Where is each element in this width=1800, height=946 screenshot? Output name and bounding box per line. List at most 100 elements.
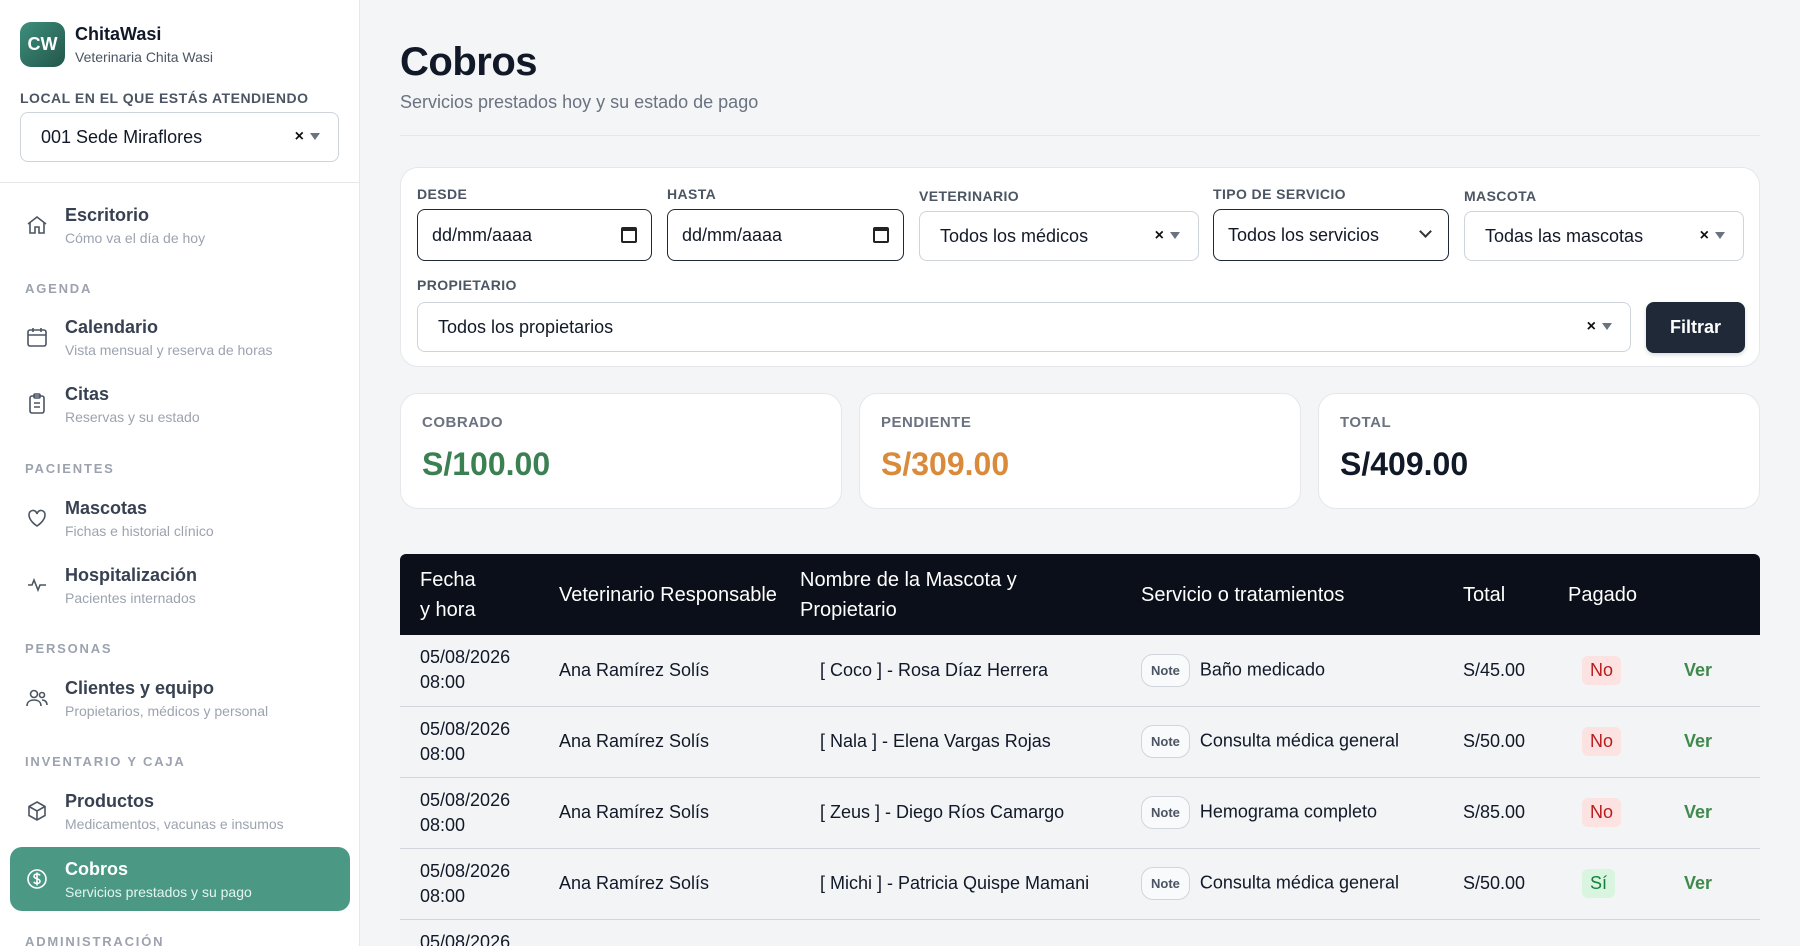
tipo-servicio-value: Todos los servicios — [1228, 224, 1380, 245]
sidebar-item-hospitalizacion[interactable]: Hospitalización Pacientes internados — [10, 553, 350, 617]
col-fecha[interactable]: Fecha y hora — [400, 554, 539, 635]
servicio: Consulta médica general — [1199, 730, 1400, 751]
page-title: Cobros — [400, 40, 538, 84]
sidebar-item-title: Mascotas — [65, 497, 148, 518]
vet-cell — [539, 919, 780, 946]
caret-down-icon — [1715, 232, 1725, 239]
ver-cell: Ver — [1654, 848, 1760, 919]
total-label: TOTAL — [1340, 414, 1392, 431]
col-nombre[interactable]: Nombre de la Mascota y Propietario — [780, 554, 1121, 635]
servicio-cell — [1121, 919, 1443, 946]
hasta-date-input[interactable]: dd/mm/aaaa — [667, 209, 904, 261]
clear-icon[interactable]: × — [1155, 227, 1164, 245]
tipo-servicio-label: TIPO DE SERVICIO — [1213, 186, 1346, 202]
sidebar-item-subtitle: Vista mensual y reserva de horas — [65, 341, 273, 358]
note-badge[interactable]: Note — [1141, 796, 1190, 829]
local-label: LOCAL EN EL QUE ESTÁS ATENDIENDO — [20, 90, 309, 106]
ver-cell: Ver — [1654, 777, 1760, 848]
servicio: Consulta médica general — [1199, 872, 1400, 893]
clear-icon[interactable]: × — [1700, 227, 1709, 245]
fecha-cell: 05/08/2026 08:00 — [400, 777, 539, 848]
page-subtitle: Servicios prestados hoy y su estado de p… — [400, 92, 759, 112]
col-pagado[interactable]: Pagado — [1548, 554, 1654, 635]
servicio-cell: Note Baño medicado — [1121, 635, 1443, 706]
chevron-down-icon — [1419, 225, 1432, 238]
section-label-inventario: INVENTARIO Y CAJA — [25, 754, 186, 769]
sidebar-item-subtitle: Medicamentos, vacunas e insumos — [65, 815, 284, 832]
clear-icon[interactable]: × — [1587, 318, 1596, 336]
ver-link[interactable]: Ver — [1684, 731, 1712, 751]
col-acciones — [1654, 554, 1760, 635]
sidebar-item-mascotas[interactable]: Mascotas Fichas e historial clínico — [10, 486, 350, 550]
nombre-cell: [ Coco ] - Rosa Díaz Herrera — [820, 659, 1049, 680]
caret-down-icon — [1602, 323, 1612, 330]
note-badge[interactable]: Note — [1141, 653, 1190, 687]
total-cell: S/50.00 — [1463, 731, 1526, 751]
sidebar-divider — [0, 182, 359, 183]
fecha-cell: 05/08/2026 08:00 — [400, 635, 539, 706]
ver-link[interactable]: Ver — [1684, 802, 1712, 822]
calendar-icon[interactable] — [873, 227, 889, 243]
pagado-badge: Sí — [1582, 869, 1616, 898]
note-badge[interactable]: Note — [1141, 867, 1190, 900]
table-row: 05/08/2026 08:00 Ana Ramírez Solís [ Nala… — [400, 706, 1760, 777]
sidebar-item-cobros[interactable]: Cobros Servicios prestados y su pago — [10, 847, 350, 911]
cobrado-label: COBRADO — [422, 414, 503, 431]
filtrar-button[interactable]: Filtrar — [1646, 302, 1745, 353]
nombre-cell: [ Zeus ] - Diego Ríos Camargo — [820, 802, 1065, 822]
ver-link[interactable]: Ver — [1684, 660, 1712, 680]
sidebar-item-calendario[interactable]: Calendario Vista mensual y reserva de hor… — [10, 305, 350, 369]
pagado-cell — [1548, 919, 1654, 946]
cobros-table-wrapper: Fecha y hora Veterinario Responsable Nom… — [400, 554, 1760, 946]
hora: 08:00 — [420, 672, 466, 693]
hasta-value: dd/mm/aaaa — [682, 224, 783, 245]
tipo-servicio-select[interactable]: Todos los servicios — [1213, 209, 1449, 261]
sidebar-item-clientes[interactable]: Clientes y equipo Propietarios, médicos y… — [10, 666, 350, 730]
sidebar-item-subtitle: Pacientes internados — [65, 589, 196, 606]
pendiente-value: S/309.00 — [881, 446, 1010, 482]
sidebar-item-escritorio[interactable]: Escritorio Cómo va el día de hoy — [10, 193, 350, 257]
fecha: 05/08/2026 — [420, 860, 511, 881]
brand-logo: CW — [20, 21, 65, 67]
brand-name: ChitaWasi — [75, 23, 162, 44]
vet-cell: Ana Ramírez Solís — [559, 873, 710, 893]
sidebar-item-subtitle: Cómo va el día de hoy — [65, 229, 206, 246]
local-select[interactable]: 001 Sede Miraflores × — [20, 112, 339, 162]
note-badge[interactable]: Note — [1141, 725, 1190, 758]
sidebar-item-citas[interactable]: Citas Reservas y su estado — [10, 372, 350, 436]
brand: CW ChitaWasi Veterinaria Chita Wasi — [0, 0, 359, 68]
cobrado-card: COBRADO S/100.00 — [400, 393, 842, 509]
col-total[interactable]: Total — [1443, 554, 1548, 635]
home-icon — [25, 213, 49, 237]
mascota-select[interactable]: Todas las mascotas × — [1464, 211, 1744, 261]
brand-subtitle: Veterinaria Chita Wasi — [75, 48, 213, 65]
sidebar-item-productos[interactable]: Productos Medicamentos, vacunas e insumos — [10, 779, 350, 843]
sidebar-item-subtitle: Reservas y su estado — [65, 408, 200, 425]
veterinario-label: VETERINARIO — [919, 188, 1020, 204]
section-label-personas: PERSONAS — [25, 641, 113, 656]
total-value: S/409.00 — [1340, 446, 1469, 482]
sidebar-item-subtitle: Fichas e historial clínico — [65, 522, 214, 539]
table-row: 05/08/2026 08:00 Ana Ramírez Solís [ Mich… — [400, 848, 1760, 919]
col-veterinario[interactable]: Veterinario Responsable — [539, 554, 780, 635]
veterinario-value: Todos los médicos — [940, 225, 1089, 246]
desde-date-input[interactable]: dd/mm/aaaa — [417, 209, 652, 261]
sidebar-item-title: Hospitalización — [65, 564, 198, 585]
section-label-agenda: AGENDA — [25, 281, 93, 296]
calendar-icon[interactable] — [621, 227, 637, 243]
sidebar-item-title: Escritorio — [65, 204, 150, 225]
col-servicio[interactable]: Servicio o tratamientos — [1121, 554, 1443, 635]
mascota-value: Todas las mascotas — [1485, 225, 1644, 246]
pendiente-label: PENDIENTE — [881, 414, 972, 431]
pagado-cell: No — [1548, 706, 1654, 777]
ver-cell — [1654, 919, 1760, 946]
fecha: 05/08/2026 — [420, 718, 511, 739]
veterinario-select[interactable]: Todos los médicos × — [919, 211, 1199, 261]
clear-icon[interactable]: × — [295, 128, 304, 146]
propietario-select[interactable]: Todos los propietarios × — [417, 302, 1631, 352]
vet-cell: Ana Ramírez Solís — [559, 659, 710, 680]
table-header-row: Fecha y hora Veterinario Responsable Nom… — [400, 554, 1760, 635]
hasta-label: HASTA — [667, 186, 717, 202]
pagado-badge: No — [1582, 655, 1622, 685]
ver-link[interactable]: Ver — [1684, 873, 1712, 893]
